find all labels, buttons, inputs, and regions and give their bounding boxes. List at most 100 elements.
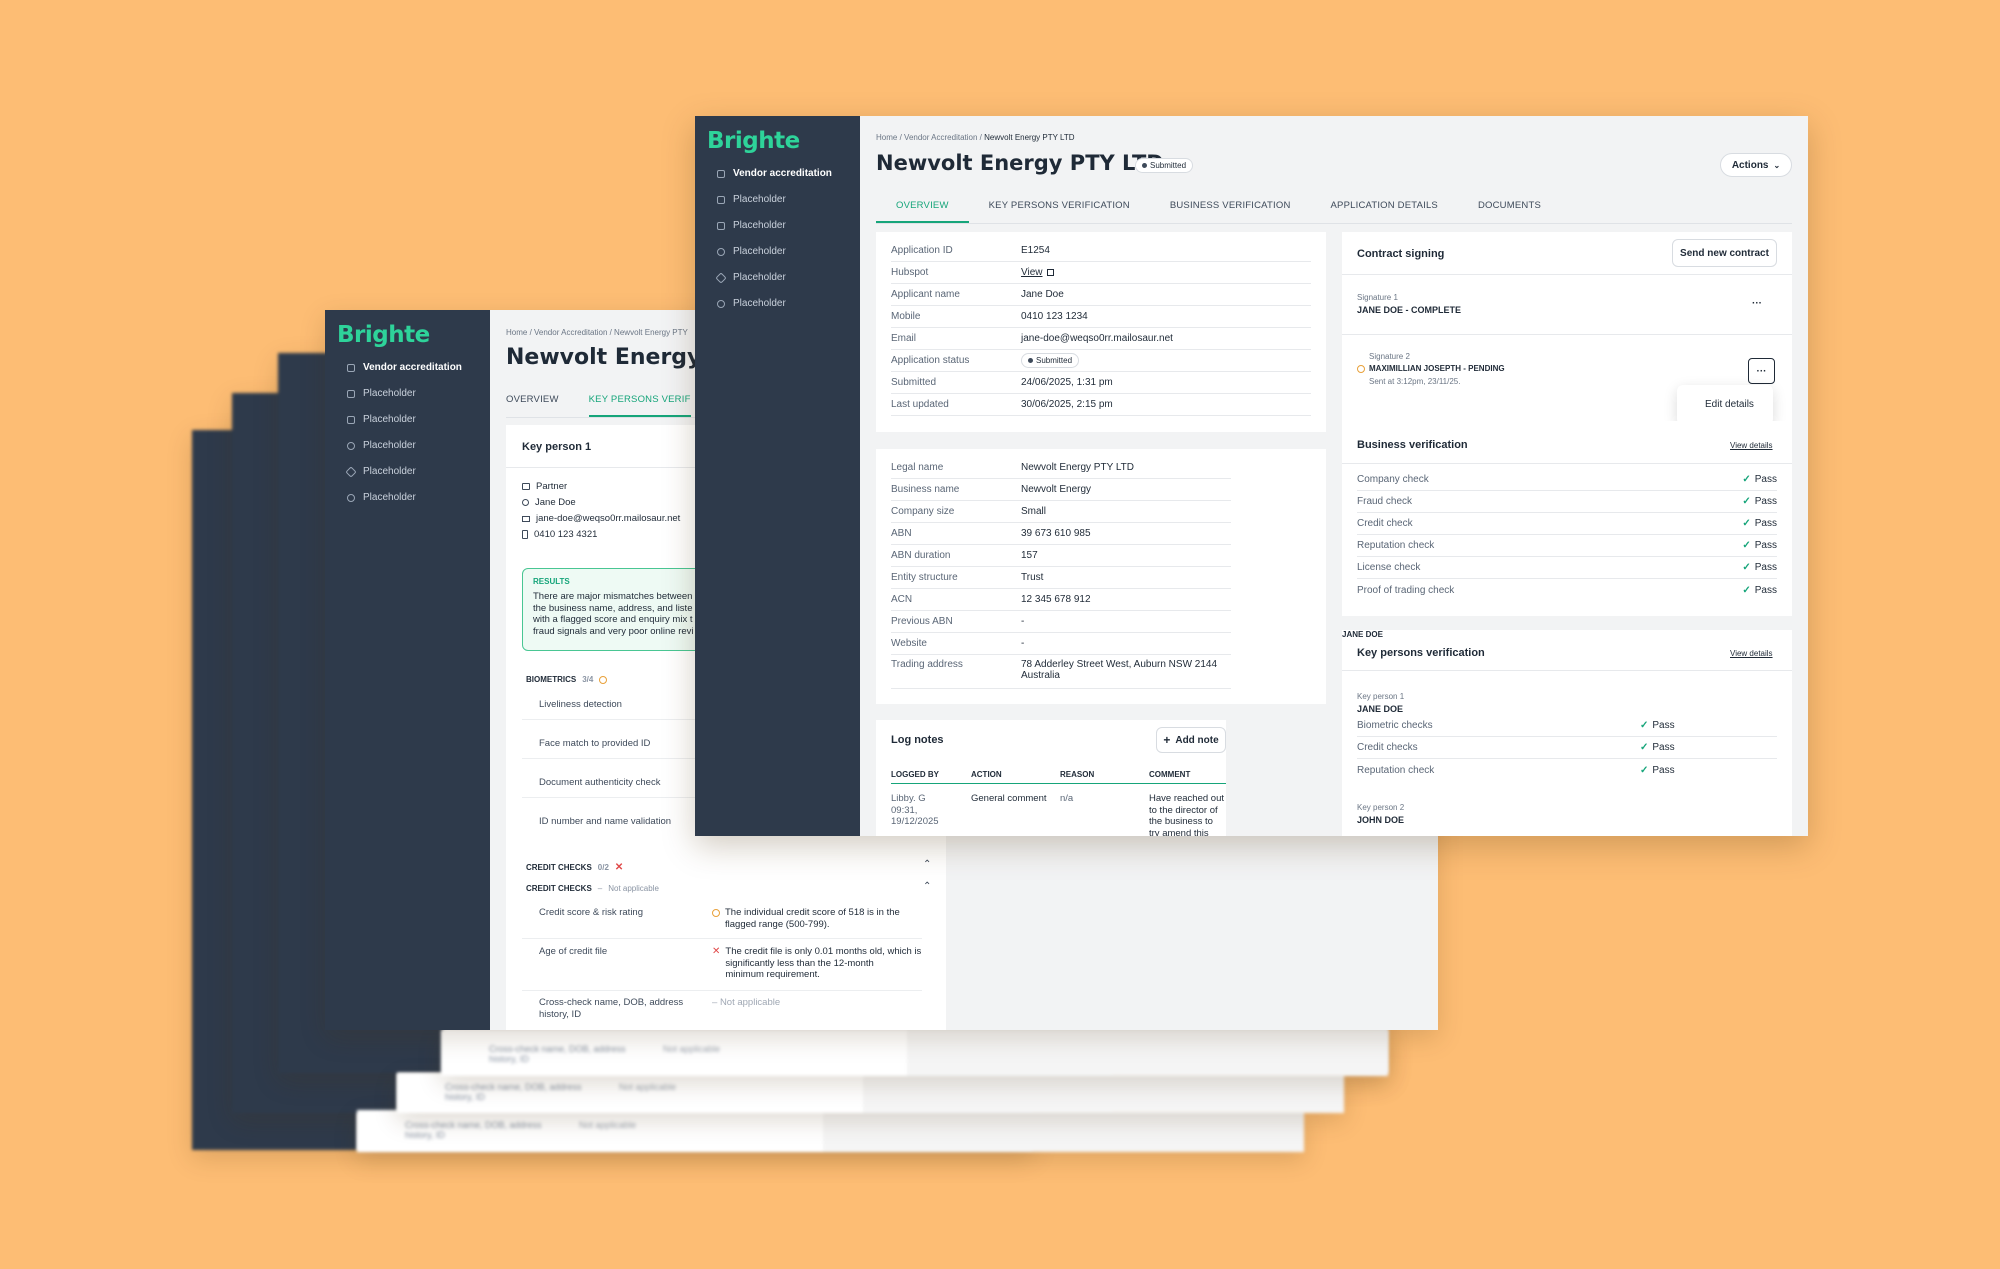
log-notes-title: Log notes [891, 734, 944, 746]
sidebar-item-placeholder[interactable]: Placeholder [717, 220, 832, 231]
signature-1-label: Signature 1 [1357, 293, 1398, 302]
sparkle-icon [715, 271, 727, 284]
business-row: Previous ABN - [891, 611, 1231, 633]
check-icon: ✓ [1742, 584, 1751, 596]
clock-icon [1357, 364, 1365, 373]
edit-details-menu: Edit details [1677, 385, 1773, 425]
sidebar-item-placeholder[interactable]: Placeholder [345, 465, 462, 478]
background-strip-3: Cross-check name, DOB, address history, I… [441, 1030, 1388, 1076]
credit-checks-heading: CREDIT CHECKS [526, 884, 592, 893]
status-badge: Submitted [1021, 353, 1080, 368]
tab-overview[interactable]: OVERVIEW [876, 200, 969, 223]
sidebar-item-placeholder[interactable]: Placeholder [347, 440, 462, 451]
log-notes-card: Log notes + Add note LOGGED BY ACTION REA… [876, 720, 1226, 836]
view-details-link[interactable]: View details [1730, 649, 1773, 658]
application-row: Applicant name Jane Doe [891, 284, 1311, 306]
edit-details-menu-item[interactable]: Edit details [1705, 399, 1754, 410]
tab-application-details[interactable]: APPLICATION DETAILS [1311, 200, 1458, 223]
sidebar-item-placeholder[interactable]: Placeholder [717, 194, 832, 205]
background-strip-2: Cross-check name, DOB, address history, I… [397, 1073, 1344, 1113]
application-row: Application status Submitted [891, 350, 1311, 372]
check-row: Credit check ✓ Pass [1357, 513, 1777, 535]
table-row: Libby. G 09:31, 19/12/2025 General comment… [891, 793, 1224, 836]
hubspot-link[interactable]: View [1021, 267, 1043, 278]
user-icon [522, 499, 529, 506]
shield-icon [717, 169, 725, 178]
application-row: Last updated 30/06/2025, 2:15 pm [891, 394, 1311, 416]
check-icon: ✓ [1742, 540, 1751, 551]
warning-icon [599, 675, 608, 684]
check-row: Reputation check ✓ Pass [1357, 535, 1777, 557]
sparkle-icon [345, 465, 357, 478]
check-icon: ✓ [1640, 764, 1649, 776]
breadcrumb-section[interactable]: Vendor Accreditation [904, 133, 977, 142]
tab-overview[interactable]: OVERVIEW [506, 394, 559, 417]
sidebar-item-placeholder[interactable]: Placeholder [347, 414, 462, 425]
credit-checks-heading: CREDIT CHECKS [526, 863, 592, 872]
box-icon [717, 195, 725, 204]
brand-logo: Brighte [337, 322, 430, 348]
tab-key-persons[interactable]: KEY PERSONS VERIF [588, 394, 691, 417]
signature-2-label: Signature 2 [1369, 352, 1410, 361]
check-icon: ✓ [1742, 562, 1751, 573]
key-persons-title: Key persons verification [1357, 647, 1485, 659]
tab-business-verification[interactable]: BUSINESS VERIFICATION [1150, 200, 1311, 223]
tab-documents[interactable]: DOCUMENTS [1458, 200, 1561, 223]
actions-button[interactable]: Actions ⌄ [1720, 153, 1792, 177]
application-row: Application ID E1254 [891, 240, 1311, 262]
settings-icon [347, 493, 355, 502]
check-row: License check ✓ Pass [1357, 557, 1777, 579]
mail-icon [522, 515, 530, 522]
sidebar-item-placeholder[interactable]: Placeholder [347, 388, 462, 399]
application-card: Application ID E1254 Hubspot View Applican… [876, 232, 1326, 432]
business-row: Website - [891, 633, 1231, 655]
strip-row-label: Cross-check name, DOB, address [405, 1120, 542, 1130]
sidebar-item-vendor-accreditation[interactable]: Vendor accreditation [717, 168, 832, 179]
warning-icon [712, 909, 720, 917]
strip-row-value: Not applicable [579, 1120, 637, 1130]
check-row: Company check ✓ Pass [1357, 469, 1777, 491]
add-note-button[interactable]: + Add note [1156, 727, 1226, 753]
signature-2-value: MAXIMILLIAN JOSEPTH - PENDING [1369, 364, 1505, 373]
key-person-2-label: Key person 2 [1357, 803, 1405, 812]
application-row: Email jane-doe@weqso0rr.mailosaur.net [891, 328, 1311, 350]
business-verification-title: Business verification [1357, 439, 1468, 451]
user-icon [717, 247, 725, 256]
check-row: Fraud check ✓ Pass [1357, 491, 1777, 513]
breadcrumb: Home / Vendor Accreditation / Newvolt En… [876, 133, 1075, 142]
key-persons-verification-card: Key persons verification View details Ke… [1342, 630, 1792, 836]
chevron-down-icon: ⌄ [1773, 160, 1781, 170]
view-details-link[interactable]: View details [1730, 441, 1773, 450]
business-verification-card: Business verification View details Compa… [1342, 421, 1792, 616]
chevron-up-icon[interactable]: ⌃ [923, 859, 931, 870]
col-logged-by: LOGGED BY [891, 770, 940, 779]
tab-key-persons-verification[interactable]: KEY PERSONS VERIFICATION [969, 200, 1150, 223]
sidebar-item-placeholder[interactable]: Placeholder [715, 271, 832, 284]
shield-icon [347, 363, 355, 372]
sidebar-item-placeholder[interactable]: Placeholder [717, 246, 832, 257]
col-comment: COMMENT [1149, 770, 1191, 779]
check-row: Biometric checks ✓ Pass [1357, 715, 1777, 737]
status-badge: Submitted [1135, 158, 1194, 173]
send-new-contract-button[interactable]: Send new contract [1672, 239, 1777, 267]
chevron-up-icon[interactable]: ⌃ [923, 881, 931, 892]
briefcase-icon [522, 483, 530, 490]
contract-title: Contract signing [1357, 248, 1445, 260]
tab-bar: OVERVIEW KEY PERSONS VERIFICATION BUSINE… [876, 200, 1792, 224]
brand-logo: Brighte [707, 128, 800, 154]
application-row: Submitted 24/06/2025, 1:31 pm [891, 372, 1311, 394]
more-options-button[interactable]: ··· [1752, 298, 1762, 309]
signature-2-sent: Sent at 3:12pm, 23/11/25. [1369, 377, 1461, 386]
cross-icon: ✕ [712, 946, 721, 957]
external-link-icon [1046, 269, 1054, 276]
sidebar-item-placeholder[interactable]: Placeholder [717, 298, 832, 309]
check-icon: ✓ [1640, 720, 1649, 731]
sidebar-item-vendor-accreditation[interactable]: Vendor accreditation [347, 362, 462, 373]
breadcrumb-home[interactable]: Home [876, 133, 897, 142]
sidebar-item-placeholder[interactable]: Placeholder [347, 492, 462, 503]
more-options-button-active[interactable]: ··· [1748, 358, 1775, 384]
cross-icon: ✕ [614, 862, 624, 873]
business-row: Legal name Newvolt Energy PTY LTD [891, 457, 1231, 479]
check-row: Credit checks ✓ Pass [1357, 737, 1777, 759]
business-row: Business name Newvolt Energy [891, 479, 1231, 501]
